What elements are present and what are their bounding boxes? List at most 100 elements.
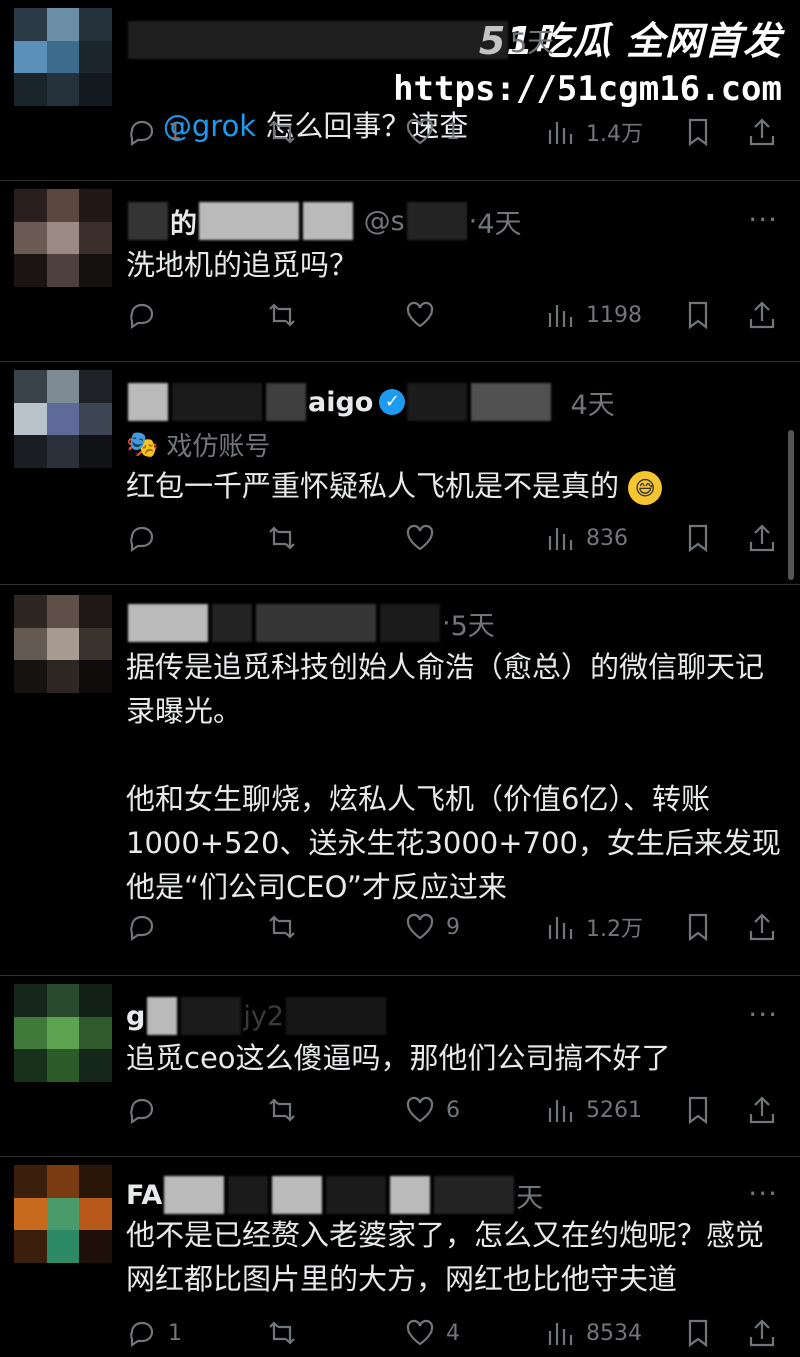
avatar[interactable] [14, 984, 112, 1082]
share-button[interactable] [746, 1094, 778, 1126]
like-button[interactable] [404, 522, 436, 554]
like-icon [406, 1319, 434, 1346]
like-button[interactable]: 4 [404, 1317, 460, 1349]
reply-item[interactable]: · 5天 据传是追觅科技创始人俞浩（愈总）的微信聊天记录曝光。 他和女生聊烧，炫私… [0, 585, 800, 976]
reply-text: 追觅ceo这么傻逼吗，那他们公司搞不好了 [126, 1041, 671, 1075]
reply-item[interactable]: 5天 @grok 怎么回事？速查 1 1 1.4万 [0, 0, 800, 181]
reply-actions: 1 1 1.4万 [126, 116, 786, 156]
repost-icon [269, 303, 295, 327]
reply-header: 5天 [126, 20, 554, 60]
reply-icon [130, 303, 154, 330]
more-icon[interactable]: ··· [748, 998, 778, 1031]
reply-button[interactable]: 1 [126, 116, 182, 148]
views-button[interactable]: 1.2万 [544, 911, 643, 943]
reply-actions: 9 1.2万 [126, 911, 786, 951]
share-button[interactable] [746, 1317, 778, 1349]
views-icon [548, 1323, 573, 1345]
views-button[interactable]: 1198 [544, 299, 642, 331]
share-icon [749, 913, 775, 941]
parody-label: 🎭 戏仿账号 [126, 429, 271, 463]
reply-icon [130, 1321, 154, 1348]
views-button[interactable]: 8534 [544, 1317, 642, 1349]
share-button[interactable] [746, 116, 778, 148]
author-name[interactable]: aigo [308, 387, 373, 418]
reply-time: 4天 [570, 389, 615, 421]
repost-button[interactable] [266, 522, 298, 554]
like-button[interactable] [404, 299, 436, 331]
like-button[interactable]: 6 [404, 1094, 460, 1126]
reply-text: 红包一千严重怀疑私人飞机是不是真的 😅 [126, 464, 786, 508]
author-handle[interactable]: @s [364, 206, 405, 237]
author-name[interactable]: 的 [170, 202, 197, 241]
bookmark-icon [688, 913, 708, 942]
reply-icon [130, 915, 154, 942]
bookmark-button[interactable] [682, 1317, 714, 1349]
reply-header: g jy2 [126, 996, 388, 1036]
author-handle[interactable]: jy2 [243, 1001, 284, 1032]
reply-button[interactable] [126, 522, 158, 554]
share-icon [749, 118, 775, 146]
bookmark-button[interactable] [682, 522, 714, 554]
like-icon [406, 913, 434, 940]
bookmark-icon [688, 1096, 708, 1125]
avatar[interactable] [14, 595, 112, 693]
repost-icon [269, 1098, 295, 1122]
views-button[interactable]: 5261 [544, 1094, 642, 1126]
reply-icon [130, 1098, 154, 1125]
reply-icon [130, 526, 154, 553]
verified-icon: ✓ [379, 389, 406, 415]
bookmark-button[interactable] [682, 1094, 714, 1126]
repost-button[interactable] [266, 299, 298, 331]
share-button[interactable] [746, 911, 778, 943]
reply-item[interactable]: g jy2 ··· 追觅ceo这么傻逼吗，那他们公司搞不好了 6 5261 [0, 976, 800, 1157]
share-icon [749, 524, 775, 552]
views-icon [548, 1100, 573, 1122]
repost-button[interactable] [266, 1094, 298, 1126]
reply-item[interactable]: 的 @s · 4天 ··· 洗地机的追觅吗？ 1198 [0, 181, 800, 362]
mask-icon: 🎭 [126, 429, 159, 460]
avatar[interactable] [14, 189, 112, 287]
views-button[interactable]: 836 [544, 522, 628, 554]
author-name[interactable]: FA [126, 1180, 162, 1211]
reply-time: 4天 [477, 208, 522, 240]
reply-actions: 836 [126, 522, 786, 562]
like-icon [406, 524, 434, 551]
like-button[interactable]: 9 [404, 911, 460, 943]
avatar[interactable] [14, 370, 112, 468]
reply-item[interactable]: FA 天 ··· 他不是已经赘入老婆家了，怎么又在约炮呢？感觉网红都比图片里的大方… [0, 1157, 800, 1348]
bookmark-button[interactable] [682, 911, 714, 943]
views-icon [548, 122, 573, 144]
repost-button[interactable] [266, 116, 298, 148]
bookmark-button[interactable] [682, 299, 714, 331]
like-icon [406, 118, 434, 145]
bookmark-button[interactable] [682, 116, 714, 148]
avatar[interactable] [14, 1165, 112, 1263]
views-button[interactable]: 1.4万 [544, 116, 643, 148]
share-button[interactable] [746, 299, 778, 331]
scrollbar[interactable] [788, 430, 794, 580]
reply-actions: 6 5261 [126, 1094, 786, 1134]
share-button[interactable] [746, 522, 778, 554]
bookmark-icon [688, 524, 708, 553]
reply-button[interactable] [126, 911, 158, 943]
share-icon [749, 1096, 775, 1124]
views-icon [548, 305, 573, 327]
avatar[interactable] [14, 8, 112, 106]
reply-actions: 1 4 8534 [126, 1317, 786, 1357]
repost-icon [269, 1321, 295, 1345]
more-icon[interactable]: ··· [748, 1177, 778, 1210]
reply-button[interactable] [126, 1094, 158, 1126]
reply-item[interactable]: aigo ✓ 4天 🎭 戏仿账号 红包一千严重怀疑私人飞机是不是真的 😅 836 [0, 362, 800, 585]
repost-button[interactable] [266, 911, 298, 943]
reply-button[interactable]: 1 [126, 1317, 182, 1349]
like-button[interactable]: 1 [404, 116, 460, 148]
repost-icon [269, 915, 295, 939]
more-icon[interactable]: ··· [748, 203, 778, 236]
reply-button[interactable] [126, 299, 158, 331]
like-icon [406, 1096, 434, 1123]
reply-time: 5天 [510, 27, 555, 59]
sweat-smile-emoji: 😅 [628, 471, 663, 505]
repost-button[interactable] [266, 1317, 298, 1349]
author-name[interactable]: g [126, 1001, 145, 1032]
reply-header: 的 @s · 4天 [126, 201, 521, 241]
